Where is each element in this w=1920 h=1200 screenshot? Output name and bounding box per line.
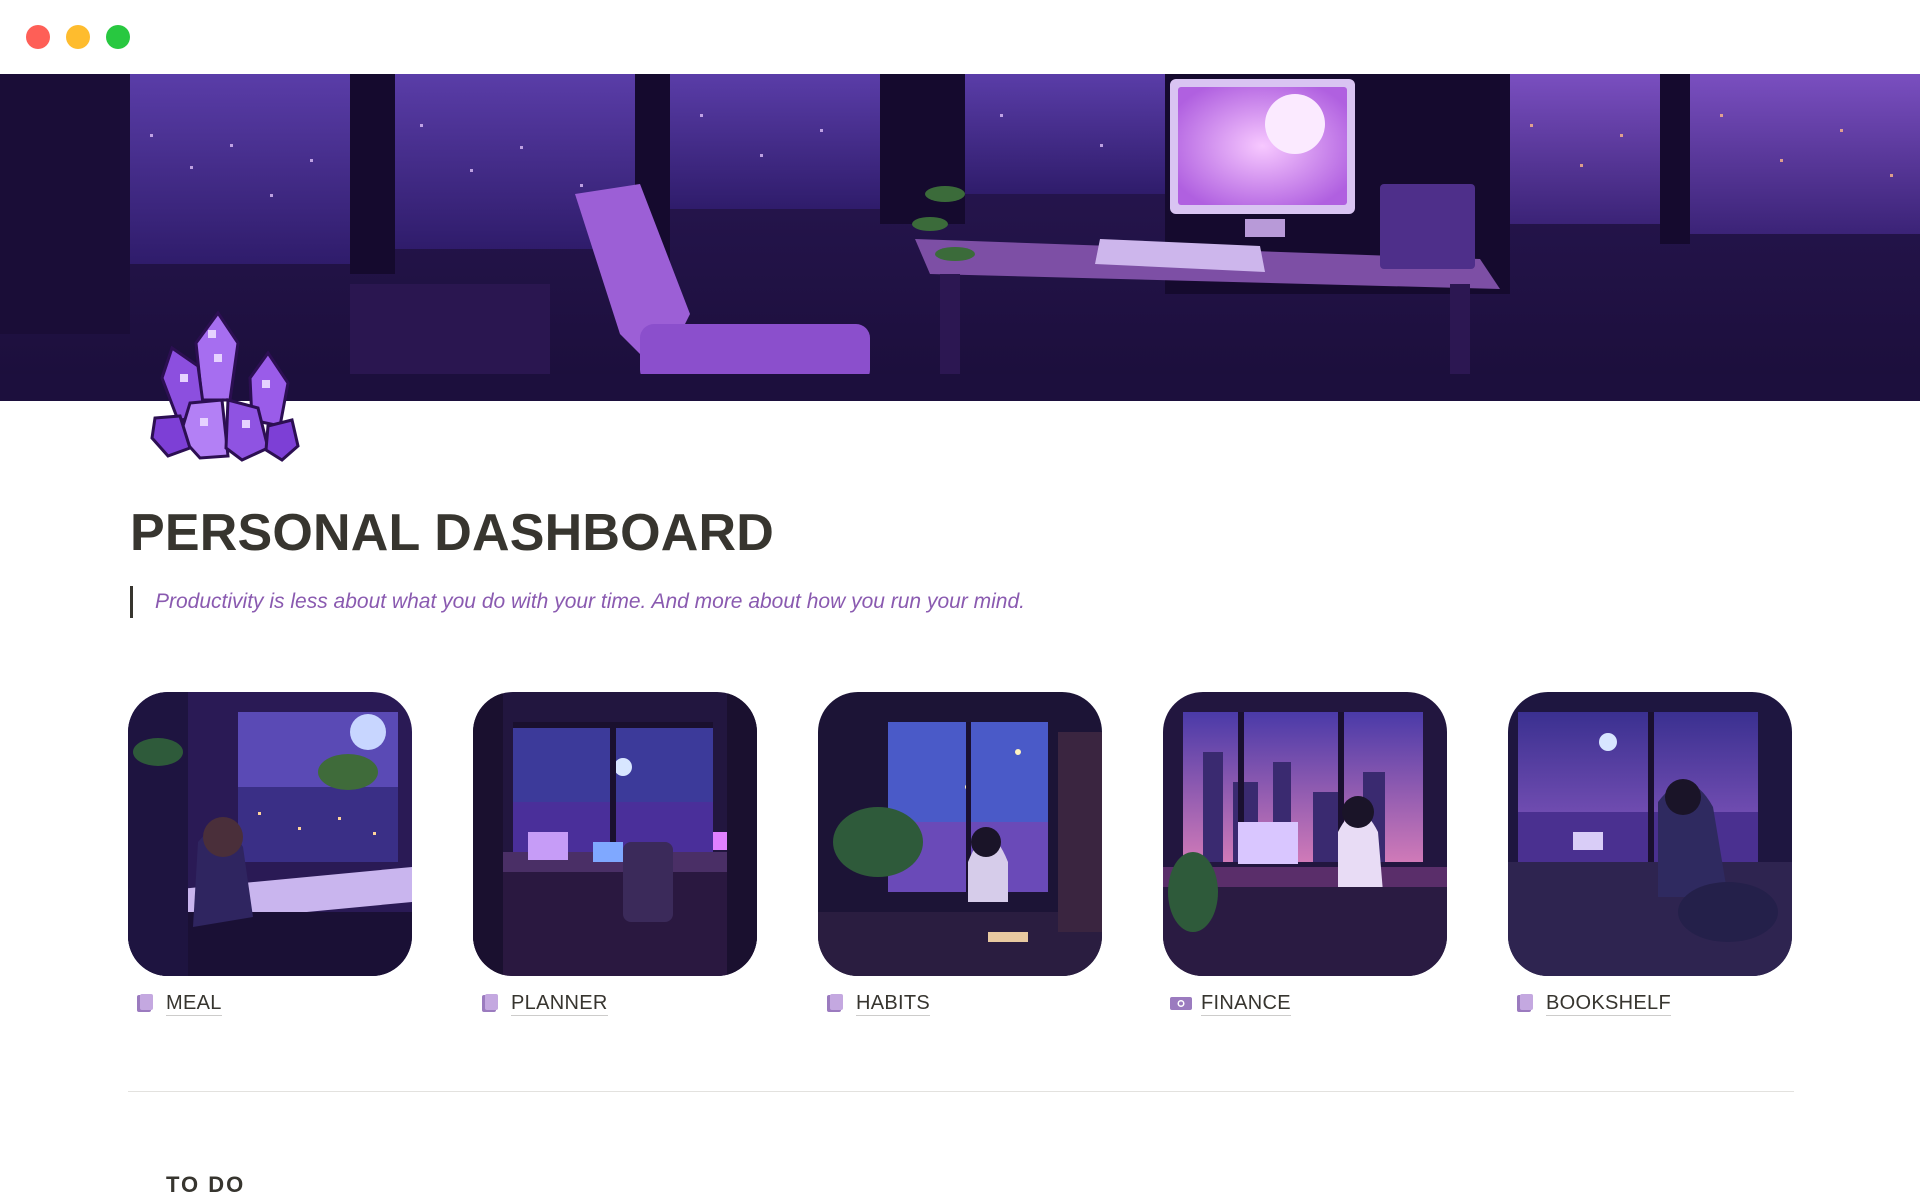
page-icon	[479, 992, 501, 1014]
amethyst-crystal-icon[interactable]	[150, 308, 300, 468]
card-title[interactable]: HABITS	[856, 991, 931, 1016]
card-cover-image[interactable]	[473, 692, 757, 976]
app-window: PERSONAL DASHBOARD Productivity is less …	[0, 0, 1920, 1200]
card-cover-image[interactable]	[1508, 692, 1792, 976]
money-icon	[1169, 992, 1192, 1014]
page-icon	[824, 992, 846, 1014]
divider	[128, 1091, 1794, 1092]
page-icon	[1514, 992, 1536, 1014]
card-cover-image[interactable]	[1163, 692, 1447, 976]
section-heading-todo[interactable]: TO DO	[166, 1172, 245, 1198]
close-window-button[interactable]	[26, 25, 50, 49]
gallery-card-meal[interactable]: MEAL	[128, 692, 412, 1016]
gallery-view: MEAL PLANNER HABITS FINANCE BOOKSHELF	[128, 692, 1794, 1022]
gallery-card-bookshelf[interactable]: BOOKSHELF	[1508, 692, 1792, 1016]
card-title[interactable]: FINANCE	[1201, 991, 1291, 1016]
minimize-window-button[interactable]	[66, 25, 90, 49]
page-icon	[134, 992, 156, 1014]
title-bar	[0, 0, 1920, 74]
card-cover-image[interactable]	[818, 692, 1102, 976]
card-title[interactable]: MEAL	[166, 991, 222, 1016]
page-title[interactable]: PERSONAL DASHBOARD	[130, 503, 774, 563]
gallery-card-planner[interactable]: PLANNER	[473, 692, 757, 1016]
card-cover-image[interactable]	[128, 692, 412, 976]
card-title[interactable]: BOOKSHELF	[1546, 991, 1671, 1016]
zoom-window-button[interactable]	[106, 25, 130, 49]
card-title[interactable]: PLANNER	[511, 991, 608, 1016]
gallery-card-habits[interactable]: HABITS	[818, 692, 1102, 1016]
page-quote[interactable]: Productivity is less about what you do w…	[130, 586, 1025, 618]
gallery-card-finance[interactable]: FINANCE	[1163, 692, 1447, 1016]
